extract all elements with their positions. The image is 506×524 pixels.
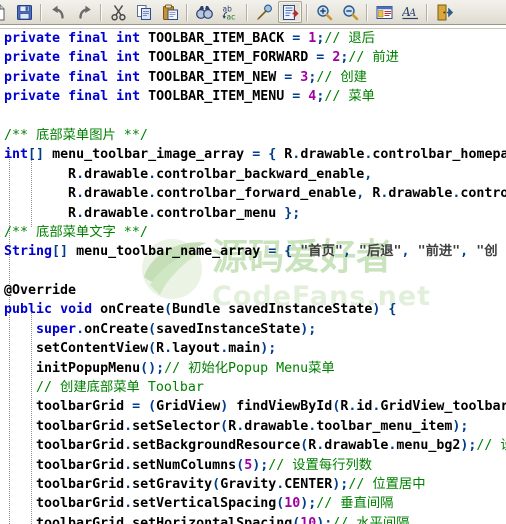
code-line: // 创建底部菜单 Toolbar [36, 380, 204, 396]
code-line: @Override [4, 283, 77, 299]
code-line: toolbarGrid.setVerticalSpacing(10);// 垂直… [36, 496, 394, 512]
code-line: /** 底部菜单文字 **/ [4, 224, 148, 240]
code-line: toolbarGrid.setSelector(R.drawable.toolb… [36, 418, 469, 434]
toolbar-separator [186, 3, 188, 21]
main-toolbar: ab ac A A [0, 0, 506, 25]
code-text[interactable]: private final int TOOLBAR_ITEM_BACK = 1;… [0, 29, 506, 524]
code-line: toolbarGrid.setHorizontalSpacing(10);// … [36, 515, 410, 524]
code-line: R.drawable.controlbar_menu }; [68, 205, 301, 221]
code-line: toolbarGrid.setBackgroundResource(R.draw… [36, 438, 506, 454]
new-file-icon[interactable] [0, 1, 10, 23]
zoom-in-icon[interactable] [312, 1, 336, 23]
font-icon[interactable]: AA [398, 1, 422, 23]
replace-icon[interactable]: ab ac [218, 1, 242, 23]
code-line: R.drawable.controlbar_backward_enable, [68, 166, 373, 182]
toolbar-separator [100, 3, 102, 21]
toolbar-separator [426, 3, 428, 21]
code-line: toolbarGrid.setNumColumns(5);// 设置每行列数 [36, 457, 373, 473]
code-line: setContentView(R.layout.main); [36, 341, 277, 357]
code-line: super.onCreate(savedInstanceState); [36, 321, 317, 337]
cut-icon[interactable] [106, 1, 130, 23]
code-line: int[] menu_toolbar_image_array = { R.dra… [4, 147, 506, 163]
code-editor[interactable]: 源码爱好者 CodeFans.net private final int TOO… [0, 29, 506, 524]
svg-text:ac: ac [226, 12, 235, 21]
paste-icon[interactable] [158, 1, 182, 23]
code-line: toolbarGrid = (GridView) findViewById(R.… [36, 399, 506, 415]
code-line: String[] menu_toolbar_name_array = { "首页… [4, 244, 498, 260]
toolbar-separator [306, 3, 308, 21]
code-line: public void onCreate(Bundle savedInstanc… [4, 302, 397, 318]
zoom-out-icon[interactable] [338, 1, 362, 23]
code-line: initPopupMenu();// 初始化Popup Menu菜单 [36, 360, 335, 376]
toolbar-separator [246, 3, 248, 21]
exit-icon[interactable] [432, 1, 456, 23]
code-line: private final int TOOLBAR_ITEM_MENU = 4;… [4, 89, 375, 105]
code-line: private final int TOOLBAR_ITEM_NEW = 3;/… [4, 69, 367, 85]
svg-text:A: A [408, 8, 416, 19]
code-line: private final int TOOLBAR_ITEM_BACK = 1;… [4, 31, 375, 46]
toolbar-separator [366, 3, 368, 21]
save-icon[interactable] [12, 1, 36, 23]
code-line: toolbarGrid.setGravity(Gravity.CENTER);/… [36, 476, 426, 492]
undo-icon[interactable] [46, 1, 70, 23]
goto-line-icon[interactable] [278, 1, 302, 23]
copy-icon[interactable] [132, 1, 156, 23]
redo-icon[interactable] [72, 1, 96, 23]
bookmark-icon[interactable] [252, 1, 276, 23]
properties-icon[interactable] [372, 1, 396, 23]
code-line: R.drawable.controlbar_forward_enable, R.… [68, 186, 506, 202]
toolbar-separator [40, 3, 42, 21]
find-icon[interactable] [192, 1, 216, 23]
code-line: private final int TOOLBAR_ITEM_FORWARD =… [4, 50, 399, 66]
code-line: /** 底部菜单图片 **/ [4, 127, 148, 143]
